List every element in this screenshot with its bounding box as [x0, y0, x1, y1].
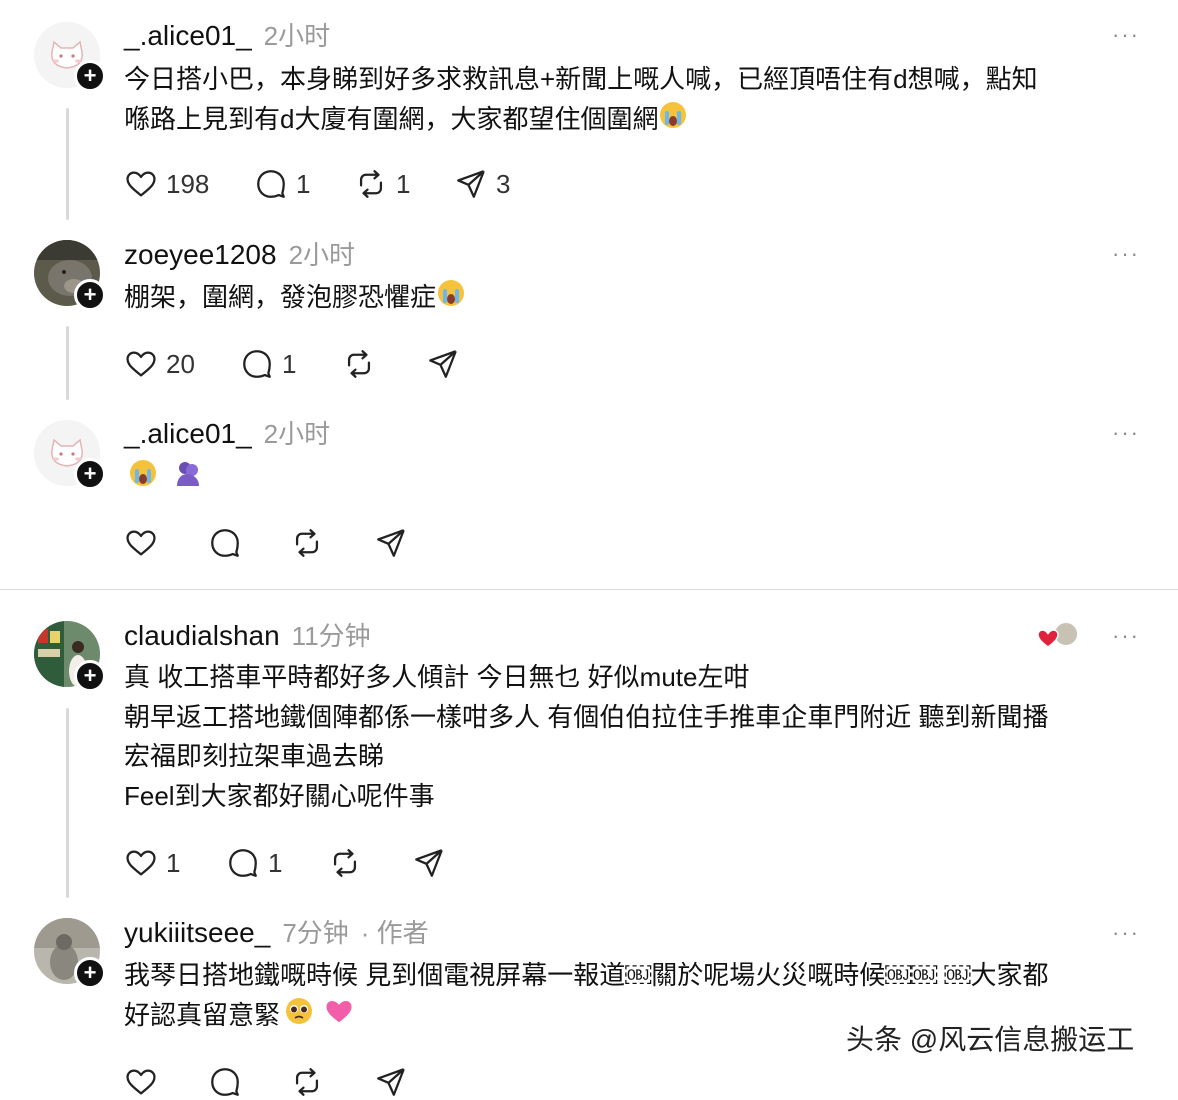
reply-count: 1: [282, 348, 297, 379]
follow-plus-icon[interactable]: +: [74, 660, 106, 692]
more-options-button[interactable]: ···: [1112, 420, 1140, 446]
heart-icon: [126, 530, 156, 556]
pleading-emoji: [284, 996, 314, 1038]
like-count: 198: [166, 168, 210, 199]
post-header: claudialshan 11分钟: [124, 616, 371, 652]
like-button[interactable]: 20: [124, 346, 195, 382]
post-header: zoeyee1208 2小时: [124, 235, 355, 271]
crying-emoji: [658, 100, 688, 142]
text-line: 我琴日搭地鐵嘅時候 見到個電視屏幕一報道￼關於呢場火災嘅時候￼￼ ￼大家都: [124, 960, 1049, 990]
more-options-button[interactable]: ···: [1112, 920, 1140, 946]
share-button[interactable]: [374, 1064, 408, 1100]
comment-icon: [211, 529, 239, 557]
pink-heart-emoji: [324, 996, 354, 1038]
username[interactable]: _.alice01_: [124, 20, 252, 52]
text-line: 宏福即刻拉架車過去睇: [124, 741, 385, 771]
repost-icon: [295, 529, 319, 557]
share-button[interactable]: [412, 845, 446, 881]
share-count: 3: [496, 168, 511, 199]
text-line: 朝早返工搭地鐵個陣都係一樣咁多人 有個伯伯拉住手推車企車門附近 聽到新聞播: [124, 701, 1049, 732]
text-line: Feel到大家都好關心呢件事: [124, 780, 435, 811]
more-options-button[interactable]: ···: [1112, 241, 1140, 267]
post-text: 今日搭小巴，本身睇到好多求救訊息+新聞上嘅人喊，已經頂唔住有d想喊，點知 喺路上…: [124, 60, 1038, 141]
comment-icon: [243, 350, 271, 378]
repost-button[interactable]: 1: [354, 166, 410, 202]
crying-emoji: [436, 278, 466, 320]
thread-line: [66, 326, 69, 400]
reply-count: 1: [268, 847, 283, 878]
share-icon: [429, 350, 457, 378]
reply-button[interactable]: 1: [240, 346, 296, 382]
repost-icon: [295, 1068, 319, 1096]
text-line: 真 收工搭車平時都好多人傾計 今日無乜 好似mute左咁: [124, 662, 750, 692]
text-line: 棚架，圍網，發泡膠恐懼症: [124, 278, 466, 320]
follow-plus-icon[interactable]: +: [74, 957, 106, 989]
repost-button[interactable]: [290, 525, 324, 561]
more-options-button[interactable]: ···: [1112, 623, 1140, 649]
heart-icon: [126, 1069, 156, 1095]
hug-emoji: [173, 458, 203, 500]
repost-icon: [347, 350, 371, 378]
repost-button[interactable]: [328, 845, 362, 881]
comment-icon: [211, 1068, 239, 1096]
username[interactable]: _.alice01_: [124, 418, 252, 450]
share-button[interactable]: [374, 525, 408, 561]
reply-button[interactable]: [208, 1064, 242, 1100]
watermark: 头条 @风云信息搬运工: [846, 1024, 1135, 1055]
thread-divider: [0, 589, 1178, 590]
share-button[interactable]: 3: [454, 166, 510, 202]
like-button[interactable]: [124, 525, 158, 561]
share-icon: [457, 170, 485, 198]
like-button[interactable]: [124, 1064, 158, 1100]
thread-line: [66, 708, 69, 898]
reply-button[interactable]: [208, 525, 242, 561]
follow-plus-icon[interactable]: +: [74, 60, 106, 92]
heart-icon: [126, 351, 156, 377]
post-time: 2小时: [288, 240, 356, 270]
repost-button[interactable]: [290, 1064, 324, 1100]
post-text: [128, 458, 203, 500]
heart-icon: [126, 850, 156, 876]
like-count: 1: [166, 847, 181, 878]
heart-icon: [126, 171, 156, 197]
share-icon: [377, 529, 405, 557]
reply-button[interactable]: 1: [254, 166, 310, 202]
username[interactable]: yukiiitseee_: [124, 917, 270, 949]
like-button[interactable]: 1: [124, 845, 180, 881]
reply-count: 1: [296, 168, 311, 199]
post-header: _.alice01_ 2小时: [124, 16, 330, 52]
username[interactable]: zoeyee1208: [124, 239, 277, 271]
post-time: 11分钟: [291, 621, 371, 651]
repost-button[interactable]: [342, 346, 376, 382]
share-button[interactable]: [426, 346, 460, 382]
post-time: 2小时: [263, 419, 331, 449]
text-line: 喺路上見到有d大廈有圍網，大家都望住個圍網: [124, 100, 1038, 142]
crying-emoji: [128, 458, 158, 500]
post-header: _.alice01_ 2小时: [124, 414, 330, 450]
post-text: 真 收工搭車平時都好多人傾計 今日無乜 好似mute左咁 朝早返工搭地鐵個陣都係…: [124, 658, 1048, 816]
more-options-button[interactable]: ···: [1112, 22, 1140, 48]
repost-count: 1: [396, 168, 411, 199]
repost-icon: [333, 849, 357, 877]
share-icon: [377, 1068, 405, 1096]
repost-icon: [359, 170, 383, 198]
username[interactable]: claudialshan: [124, 620, 280, 652]
post-text: 棚架，圍網，發泡膠恐懼症: [124, 278, 466, 320]
liked-by-author-icon: [1036, 621, 1082, 651]
text-line: 今日搭小巴，本身睇到好多求救訊息+新聞上嘅人喊，已經頂唔住有d想喊，點知: [124, 64, 1038, 94]
post-header: yukiiitseee_ 7分钟 · 作者: [124, 913, 429, 949]
reply-button[interactable]: 1: [226, 845, 282, 881]
follow-plus-icon[interactable]: +: [74, 458, 106, 490]
comment-icon: [257, 170, 285, 198]
like-button[interactable]: 198: [124, 166, 209, 202]
post-time: 2小时: [263, 21, 331, 51]
author-badge: · 作者: [360, 918, 429, 948]
post-time: 7分钟: [282, 918, 349, 948]
share-icon: [415, 849, 443, 877]
comment-icon: [229, 849, 257, 877]
like-count: 20: [166, 348, 195, 379]
follow-plus-icon[interactable]: +: [74, 279, 106, 311]
thread-line: [66, 108, 69, 220]
